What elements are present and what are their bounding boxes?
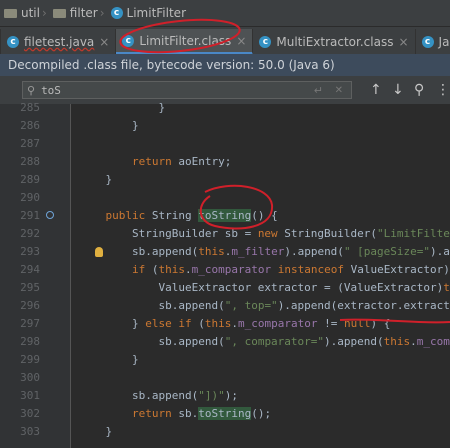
breadcrumb-filter[interactable]: filter: [49, 6, 98, 20]
folder-icon: [4, 8, 17, 18]
code-line: 287: [20, 137, 40, 150]
code-line: 286 }: [20, 119, 139, 132]
close-icon[interactable]: ×: [236, 34, 246, 48]
find-all-icon[interactable]: ⚲: [414, 81, 424, 99]
code-line: 302 return sb.toString();: [20, 407, 272, 420]
breadcrumb: util › filter › c LimitFilter: [0, 0, 450, 26]
code-line: 291 public String toString() {: [20, 209, 278, 222]
code-line: 303 }: [20, 425, 113, 438]
select-all-icon[interactable]: ⋮: [436, 81, 450, 99]
breadcrumb-util[interactable]: util: [0, 6, 40, 20]
tab-multiextractor[interactable]: c MultiExtractor.class ×: [253, 29, 416, 55]
chevron-right-icon: ›: [41, 6, 47, 20]
close-icon[interactable]: ×: [99, 35, 109, 49]
code-line: 290: [20, 191, 40, 204]
code-line: 297 } else if (this.m_comparator != null…: [20, 317, 391, 330]
search-input[interactable]: ⚲ toS ↵ ✕: [22, 81, 352, 99]
class-icon: c: [259, 36, 272, 48]
code-line: 295 ValueExtractor extractor = (ValueExt…: [20, 281, 450, 294]
search-icon[interactable]: ⚲: [27, 84, 35, 97]
chevron-right-icon: ›: [99, 6, 105, 20]
folder-icon: [52, 8, 66, 18]
code-line: 294 if (this.m_comparator instanceof Val…: [20, 263, 450, 276]
class-icon: c: [421, 36, 434, 48]
code-line: 293 sb.append(this.m_filter).append(" [p…: [20, 245, 450, 258]
code-line: 296 sb.append(", top=").append(extractor…: [20, 299, 450, 312]
code-line: 300: [20, 371, 40, 384]
code-line: 285 }: [20, 101, 166, 114]
code-line: 292 StringBuilder sb = new StringBuilder…: [20, 227, 450, 240]
previous-occurrence-icon[interactable]: ↑: [370, 81, 382, 99]
tab-jarfile[interactable]: cJarFileE: [416, 29, 450, 55]
class-icon: c: [7, 36, 19, 48]
editor-tabs: c filetest.java × c LimitFilter.class × c Mul…: [0, 26, 450, 55]
code-line: 288 return aoEntry;: [20, 155, 232, 168]
close-icon[interactable]: ×: [398, 35, 408, 49]
code-line: 298 sb.append(", comparator=").append(th…: [20, 335, 450, 348]
override-marker-icon[interactable]: [46, 211, 54, 219]
clear-icon[interactable]: ✕: [335, 85, 343, 96]
code-line: 289 }: [20, 173, 113, 186]
code-line: 299 }: [20, 353, 139, 366]
class-icon: c: [122, 34, 135, 47]
enter-icon: ↵: [313, 83, 323, 97]
tab-filetest[interactable]: c filetest.java ×: [1, 29, 117, 55]
next-occurrence-icon[interactable]: ↓: [392, 81, 404, 99]
decompiled-notice: Decompiled .class file, bytecode version…: [0, 54, 450, 76]
class-icon: c: [110, 7, 123, 19]
breadcrumb-limitfilter[interactable]: c LimitFilter: [107, 6, 186, 20]
code-line: 301 sb.append("])");: [20, 389, 238, 402]
tab-limitfilter[interactable]: c LimitFilter.class ×: [116, 29, 254, 55]
search-query: toS: [41, 83, 61, 97]
